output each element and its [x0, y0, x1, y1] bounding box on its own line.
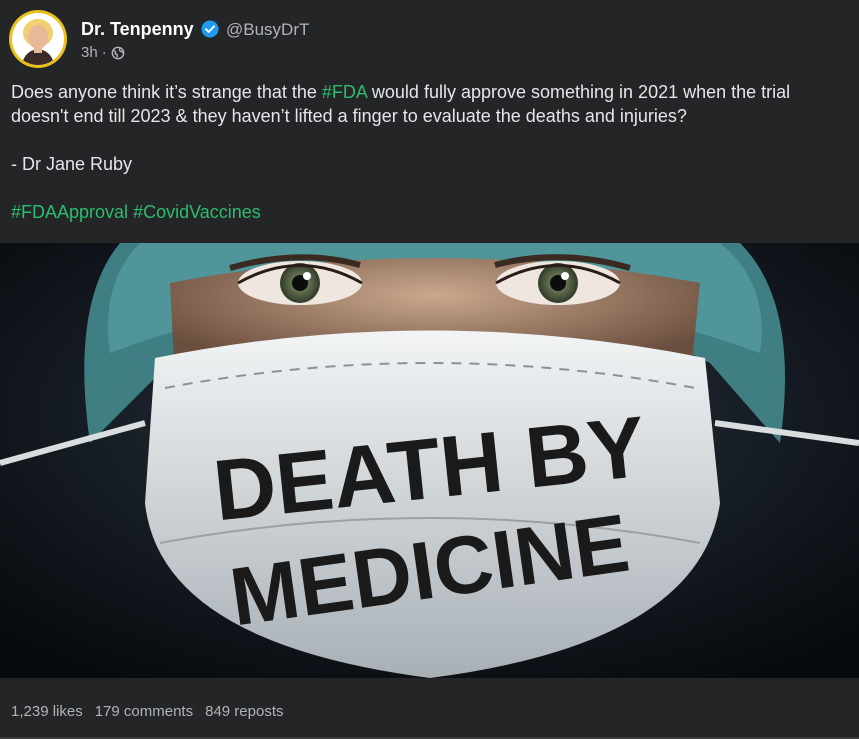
- avatar[interactable]: [9, 10, 67, 68]
- globe-icon: [111, 46, 125, 59]
- post-stats: 1,239 likes 179 comments 849 reposts: [11, 703, 284, 720]
- reposts-count[interactable]: 849 reposts: [205, 703, 283, 720]
- post-hashtags: #FDAApproval #CovidVaccines: [11, 200, 851, 224]
- post-text-before: Does anyone think it’s strange that the: [11, 82, 322, 102]
- post-timestamp[interactable]: 3h: [81, 44, 98, 61]
- post-text: Does anyone think it’s strange that the …: [11, 80, 851, 128]
- post-meta: 3h ·: [81, 44, 125, 61]
- post-header: Dr. Tenpenny @BusyDrT 3h ·: [0, 0, 859, 70]
- author-name[interactable]: Dr. Tenpenny: [81, 19, 194, 40]
- post-image[interactable]: DEATH BY MEDICINE: [0, 243, 859, 678]
- post-card: Dr. Tenpenny @BusyDrT 3h · Does anyone t…: [0, 0, 859, 739]
- hashtag-fdaapproval-link[interactable]: #FDAApproval: [11, 202, 128, 222]
- hashtag-covidvaccines-link[interactable]: #CovidVaccines: [133, 202, 261, 222]
- verified-badge-icon: [201, 20, 219, 38]
- avatar-photo: [12, 13, 64, 65]
- meta-separator: ·: [101, 44, 107, 61]
- comments-count[interactable]: 179 comments: [95, 703, 193, 720]
- hashtag-fda-link[interactable]: #FDA: [322, 82, 367, 102]
- likes-count[interactable]: 1,239 likes: [11, 703, 83, 720]
- post-attribution: - Dr Jane Ruby: [11, 154, 133, 174]
- author-handle[interactable]: @BusyDrT: [226, 20, 309, 40]
- post-body: Does anyone think it’s strange that the …: [11, 80, 851, 224]
